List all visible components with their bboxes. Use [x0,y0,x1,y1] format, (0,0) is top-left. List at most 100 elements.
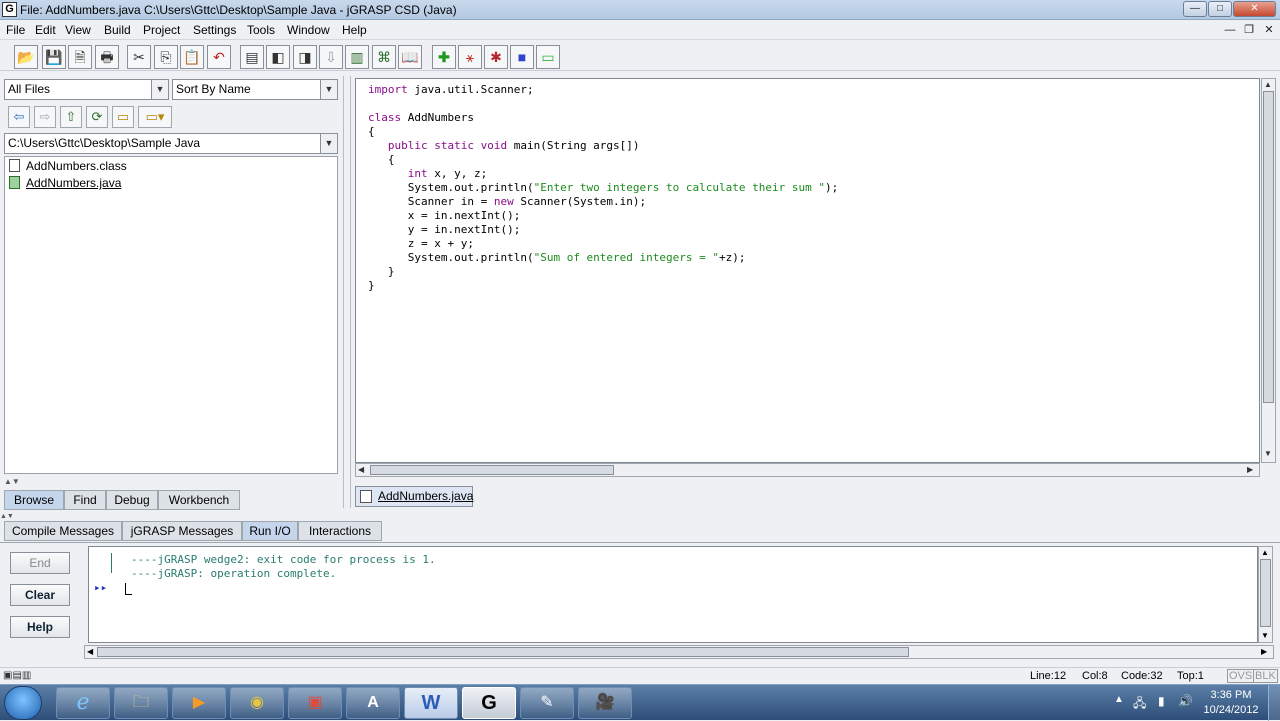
run-io-console[interactable]: ----jGRASP wedge2: exit code for process… [88,546,1258,643]
path-select[interactable]: C:\Users\Gttc\Desktop\Sample Java ▼ [4,133,338,154]
chrome-icon[interactable]: ◉ [230,687,284,719]
chevron-down-icon[interactable]: ▼ [151,80,168,99]
start-button[interactable] [4,686,42,720]
scroll-down-icon[interactable]: ▼ [1261,631,1269,640]
menu-project[interactable]: Project [143,23,180,37]
tab-find[interactable]: Find [64,490,106,510]
code-line[interactable]: x = in.nextInt(); [368,209,521,223]
menu-window[interactable]: Window [287,23,330,37]
code-line[interactable]: class AddNumbers [368,111,474,125]
chart-icon[interactable]: ▥ [345,45,369,69]
autocad-icon[interactable]: A [346,687,400,719]
tab-browse[interactable]: Browse [4,490,64,510]
word-icon[interactable]: W [404,687,458,719]
console-vertical-scrollbar[interactable]: ▲ ▼ [1258,546,1273,643]
code-line[interactable]: import java.util.Scanner; [368,83,534,97]
help-button[interactable]: Help [10,616,70,638]
code-line[interactable]: z = x + y; [368,237,474,251]
window-layout-icons[interactable]: ▣▤▥ [3,670,31,681]
notepad-icon[interactable]: ✎ [520,687,574,719]
file-item-java[interactable]: AddNumbers.java [9,176,121,192]
media-player-icon[interactable]: ▶ [172,687,226,719]
code-line[interactable]: } [368,265,395,279]
mdi-minimize-icon[interactable]: — [1222,22,1238,38]
code-editor[interactable]: import java.util.Scanner; class AddNumber… [355,78,1260,463]
page-icon[interactable]: ▤ [240,45,264,69]
maximize-button[interactable]: □ [1208,1,1232,17]
scroll-left-icon[interactable]: ◀ [87,647,93,656]
show-desktop-button[interactable] [1268,685,1280,721]
volume-icon[interactable]: 🔊 [1178,694,1193,708]
menu-edit[interactable]: Edit [35,23,56,37]
menu-view[interactable]: View [65,23,91,37]
file-filter-select[interactable]: All Files ▼ [4,79,169,100]
scroll-thumb[interactable] [1260,559,1271,627]
chevron-down-icon[interactable]: ▼ [320,80,337,99]
code-line[interactable]: { [368,153,395,167]
menu-build[interactable]: Build [104,23,131,37]
page-right-icon[interactable]: ◨ [293,45,317,69]
save-all-icon[interactable]: 🗎 [68,45,92,69]
file-item-class[interactable]: AddNumbers.class [9,159,127,175]
code-line[interactable]: System.out.println("Enter two integers t… [368,181,839,195]
green-square-icon[interactable]: ▭ [536,45,560,69]
editor-file-tab[interactable]: AddNumbers.java [355,486,473,507]
vertical-splitter[interactable] [343,76,351,508]
scroll-right-icon[interactable]: ▶ [1261,647,1267,656]
tray-expand-icon[interactable]: ▲ [1114,694,1124,705]
back-icon[interactable]: ⇦ [8,106,30,128]
open-folder-icon[interactable]: 📂 [14,45,38,69]
tab-workbench[interactable]: Workbench [158,490,240,510]
explorer-folder-icon[interactable]: 🗀 [114,687,168,719]
scroll-left-icon[interactable]: ◀ [358,465,364,474]
chevron-down-icon[interactable]: ▼ [320,134,337,153]
sort-select[interactable]: Sort By Name ▼ [172,79,338,100]
cut-icon[interactable]: ✂ [127,45,151,69]
tab-debug[interactable]: Debug [106,490,158,510]
tab-jgrasp-messages[interactable]: jGRASP Messages [122,521,242,541]
code-line[interactable]: System.out.println("Sum of entered integ… [368,251,746,265]
undo-icon[interactable]: ↶ [207,45,231,69]
mdi-close-icon[interactable]: ✕ [1261,22,1277,38]
page-left-icon[interactable]: ◧ [266,45,290,69]
jgrasp-icon[interactable]: G [462,687,516,719]
code-line[interactable]: { [368,125,375,139]
scroll-up-icon[interactable]: ▲ [1261,548,1269,557]
console-horizontal-scrollbar[interactable]: ◀ ▶ [84,645,1274,659]
blue-square-icon[interactable]: ■ [510,45,534,69]
paste-icon[interactable]: 📋 [180,45,204,69]
scroll-up-icon[interactable]: ▲ [1264,80,1272,89]
red-app-icon[interactable]: ▣ [288,687,342,719]
tab-run-io[interactable]: Run I/O [242,521,298,541]
copy-icon[interactable]: ⎘ [154,45,178,69]
code-line[interactable]: public static void main(String args[]) [368,139,640,153]
camcorder-icon[interactable]: 🎥 [578,687,632,719]
menu-help[interactable]: Help [342,23,367,37]
book-open-icon[interactable]: 📖 [398,45,422,69]
debug-bug-icon[interactable]: ✱ [484,45,508,69]
splitter-arrows-icon[interactable]: ▲▼ [4,477,338,486]
close-button[interactable]: ✕ [1233,1,1276,17]
new-folder-icon[interactable]: ▭ [112,106,134,128]
ie-icon[interactable]: e [56,687,110,719]
scroll-thumb[interactable] [97,647,909,657]
tab-compile-messages[interactable]: Compile Messages [4,521,122,541]
editor-vertical-scrollbar[interactable]: ▲ ▼ [1261,78,1276,463]
forward-icon[interactable]: ⇨ [34,106,56,128]
splitter-arrows-icon[interactable]: ▲▼ [0,513,1280,520]
system-clock[interactable]: 3:36 PM 10/24/2012 [1196,688,1266,718]
end-button[interactable]: End [10,552,70,574]
minimize-button[interactable]: — [1183,1,1207,17]
refresh-icon[interactable]: ⟳ [86,106,108,128]
tab-interactions[interactable]: Interactions [298,521,382,541]
signal-icon[interactable]: ▮ [1158,694,1165,708]
scroll-thumb[interactable] [370,465,614,475]
menu-settings[interactable]: Settings [193,23,236,37]
network-icon[interactable]: 🖧 [1133,694,1146,715]
folder-menu-icon[interactable]: ▭▾ [138,106,172,128]
scroll-right-icon[interactable]: ▶ [1247,465,1253,474]
menu-file[interactable]: File [6,23,25,37]
code-line[interactable]: int x, y, z; [368,167,487,181]
code-line[interactable]: y = in.nextInt(); [368,223,521,237]
save-icon[interactable]: 💾 [42,45,66,69]
